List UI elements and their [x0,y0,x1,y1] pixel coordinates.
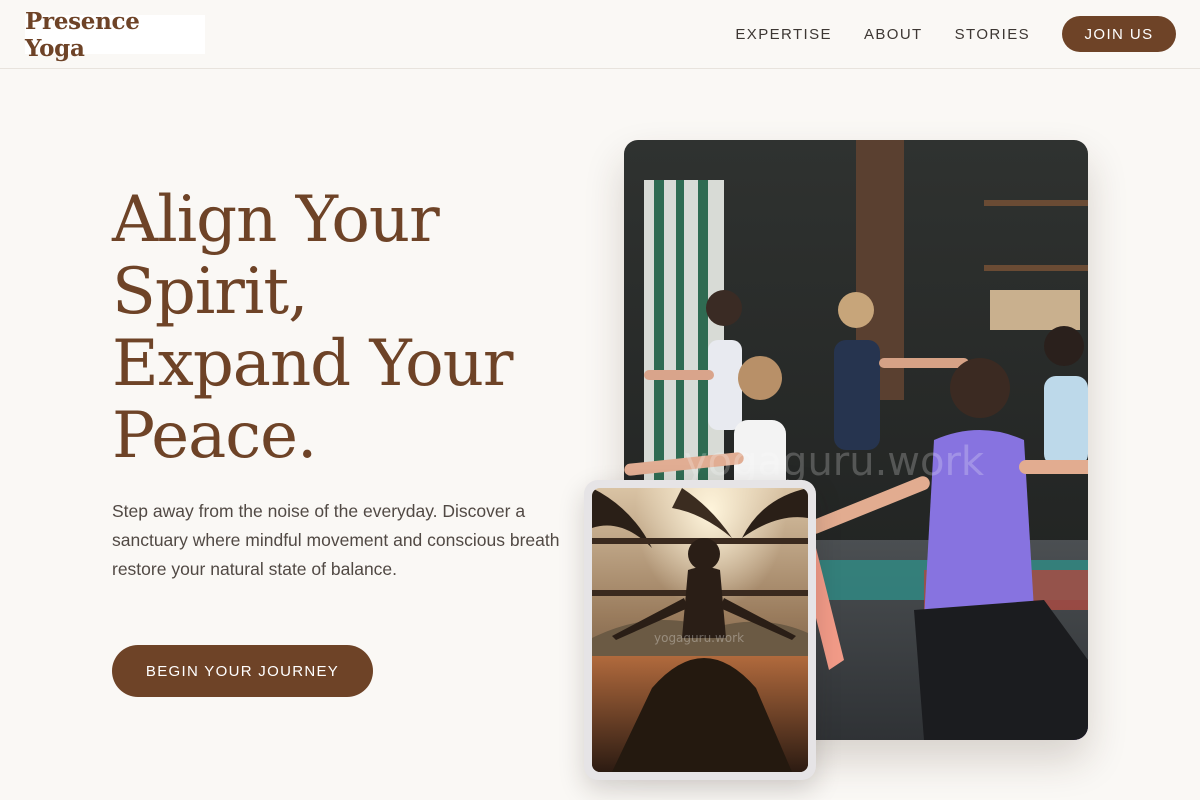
main-nav: EXPERTISE ABOUT STORIES JOIN US [735,16,1176,52]
nav-link-about[interactable]: ABOUT [864,26,923,43]
hero-title-line: Spirit, [112,255,308,329]
brand-logo[interactable]: Presence Yoga [25,8,205,62]
hero-title: Align Your Spirit, Expand Your Peace. [112,184,582,472]
hero-title-line: Peace. [112,399,317,473]
hero-title-line: Align Your [112,183,440,257]
begin-journey-button[interactable]: BEGIN YOUR JOURNEY [112,645,373,697]
nav-link-stories[interactable]: STORIES [955,26,1030,43]
site-header: Presence Yoga EXPERTISE ABOUT STORIES JO… [0,0,1200,69]
join-us-button[interactable]: JOIN US [1062,16,1176,52]
meditation-photo-card: yogaguru.work [584,480,816,780]
meditation-illustration: yogaguru.work [592,488,808,772]
nav-link-expertise[interactable]: EXPERTISE [735,26,832,43]
photo-watermark: yogaguru.work [684,439,985,485]
hero-title-line: Expand Your [112,327,514,401]
hero-description: Step away from the noise of the everyday… [112,501,560,579]
meditation-photo: yogaguru.work [592,488,808,772]
photo-watermark: yogaguru.work [654,631,744,645]
